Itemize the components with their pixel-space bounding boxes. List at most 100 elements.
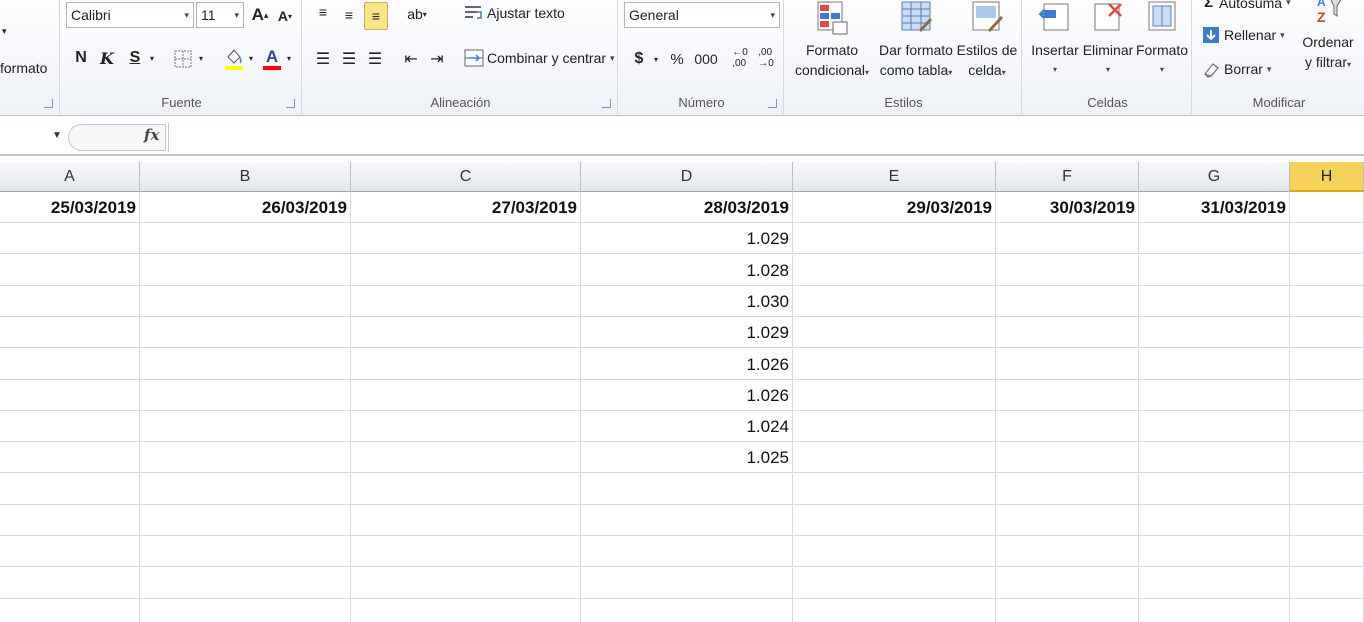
empty-cell[interactable] [1290,380,1364,411]
empty-cell[interactable] [1139,442,1290,473]
empty-cell[interactable] [140,255,351,286]
align-bottom-icon[interactable]: ≡ [364,2,388,30]
chevron-down-icon[interactable]: ▾ [284,48,294,68]
chevron-down-icon[interactable]: ▾ [246,48,256,68]
empty-cell[interactable] [1139,599,1290,622]
empty-cell[interactable] [351,599,581,622]
empty-cell[interactable] [351,380,581,411]
empty-cell[interactable] [996,317,1139,348]
conditional-format-button[interactable]: Formato condicional▾ [790,0,874,83]
empty-cell[interactable] [581,568,793,599]
empty-cell[interactable] [996,568,1139,599]
empty-cell[interactable] [0,474,140,505]
empty-cell[interactable] [793,536,996,567]
copy-format-button[interactable]: formato [0,60,47,76]
column-header-e[interactable]: E [793,162,996,192]
thousands-separator-button[interactable]: 000 [692,48,720,70]
empty-cell[interactable] [996,474,1139,505]
currency-button[interactable]: $ [628,48,650,70]
dialog-launcher-icon[interactable] [768,99,777,108]
empty-cell[interactable] [996,286,1139,317]
empty-cell[interactable] [996,223,1139,254]
empty-cell[interactable] [1290,568,1364,599]
format-as-table-button[interactable]: Dar formato como tabla▾ [876,0,956,83]
chevron-down-icon[interactable]: ▾ [2,26,7,37]
empty-cell[interactable] [0,255,140,286]
number-format-select[interactable]: General ▾ [624,2,780,28]
empty-cell[interactable] [351,505,581,536]
empty-cell[interactable] [0,505,140,536]
empty-cell[interactable] [1290,536,1364,567]
column-header-b[interactable]: B [140,162,351,192]
empty-cell[interactable] [0,411,140,442]
date-header-cell[interactable] [1290,192,1364,223]
worksheet-grid[interactable]: 25/03/2019 26/03/2019 27/03/2019 28/03/2019… [0,192,1364,622]
empty-cell[interactable] [793,255,996,286]
empty-cell[interactable] [996,536,1139,567]
empty-cell[interactable] [793,442,996,473]
empty-cell[interactable] [1139,349,1290,380]
date-header-cell[interactable]: 28/03/2019 [581,192,793,223]
italic-button[interactable]: K [96,46,118,70]
sort-filter-button[interactable]: AZ Ordenar y filtrar▾ [1292,0,1364,75]
empty-cell[interactable] [996,505,1139,536]
empty-cell[interactable] [1139,317,1290,348]
increase-indent-icon[interactable]: ⇥ [426,48,448,70]
clear-button[interactable]: Borrar ▾ [1202,60,1271,78]
empty-cell[interactable] [996,599,1139,622]
empty-cell[interactable] [0,286,140,317]
empty-cell[interactable] [0,568,140,599]
empty-cell[interactable] [793,223,996,254]
empty-cell[interactable] [351,442,581,473]
decrease-indent-icon[interactable]: ⇤ [400,48,422,70]
chevron-down-icon[interactable]: ▾ [196,48,206,68]
empty-cell[interactable] [996,255,1139,286]
value-cell[interactable]: 1.026 [581,380,793,411]
empty-cell[interactable] [1290,599,1364,622]
shrink-font-icon[interactable]: A ▾ [274,6,296,26]
empty-cell[interactable] [1139,255,1290,286]
fill-color-icon[interactable] [222,44,246,72]
empty-cell[interactable] [140,349,351,380]
empty-cell[interactable] [793,286,996,317]
empty-cell[interactable] [0,223,140,254]
font-family-select[interactable]: Calibri ▾ [66,2,194,28]
empty-cell[interactable] [793,568,996,599]
column-header-h[interactable]: H [1290,162,1364,192]
column-header-f[interactable]: F [996,162,1139,192]
empty-cell[interactable] [351,317,581,348]
value-cell[interactable]: 1.028 [581,255,793,286]
empty-cell[interactable] [351,223,581,254]
empty-cell[interactable] [793,474,996,505]
empty-cell[interactable] [351,349,581,380]
grow-font-icon[interactable]: A ▴ [248,4,272,26]
bold-button[interactable]: N [70,46,92,70]
formula-input[interactable] [168,123,1364,152]
empty-cell[interactable] [140,442,351,473]
empty-cell[interactable] [793,505,996,536]
dialog-launcher-icon[interactable] [286,99,295,108]
empty-cell[interactable] [1139,223,1290,254]
font-color-icon[interactable]: A [260,44,284,72]
date-header-cell[interactable]: 29/03/2019 [793,192,996,223]
dialog-launcher-icon[interactable] [602,99,611,108]
empty-cell[interactable] [1290,255,1364,286]
value-cell[interactable]: 1.030 [581,286,793,317]
empty-cell[interactable] [0,317,140,348]
value-cell[interactable]: 1.025 [581,442,793,473]
value-cell[interactable]: 1.026 [581,349,793,380]
decrease-decimal-icon[interactable]: ,00 →0 [754,44,778,72]
empty-cell[interactable] [1139,568,1290,599]
empty-cell[interactable] [793,317,996,348]
empty-cell[interactable] [1290,505,1364,536]
empty-cell[interactable] [581,505,793,536]
value-cell[interactable]: 1.024 [581,411,793,442]
empty-cell[interactable] [140,223,351,254]
delete-button[interactable]: Eliminar ▾ [1080,0,1136,80]
empty-cell[interactable] [351,536,581,567]
empty-cell[interactable] [0,599,140,622]
align-middle-icon[interactable]: ≡ [338,4,360,26]
increase-decimal-icon[interactable]: ←0,00 [728,44,752,72]
chevron-down-icon[interactable]: ▾ [146,48,158,68]
empty-cell[interactable] [351,568,581,599]
